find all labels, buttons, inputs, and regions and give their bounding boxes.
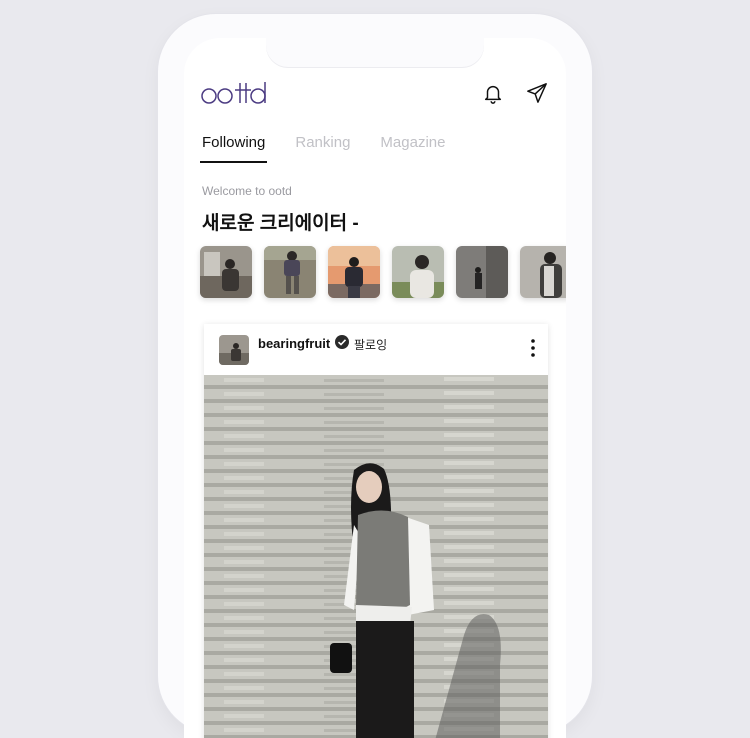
tab-following[interactable]: Following [199,134,268,163]
ootd-logo-icon [201,82,266,104]
send-icon[interactable] [526,82,548,104]
post-card: bearingfruit 팔로잉 [204,324,548,738]
tab-ranking[interactable]: Ranking [295,134,350,163]
more-vertical-icon[interactable] [530,338,536,358]
header-actions [482,82,548,104]
post-photo[interactable] [204,375,548,738]
post-username[interactable]: bearingfruit [258,336,330,351]
section-headline: 새로운 크리에이터 - [202,213,359,234]
notification-bell-icon[interactable] [482,82,504,104]
creator-thumbnail[interactable] [328,246,380,298]
tab-magazine[interactable]: Magazine [380,134,445,163]
tab-bar: Following Ranking Magazine [199,134,445,163]
app-screen: Following Ranking Magazine Welcome to oo… [184,38,566,738]
creator-thumbnail[interactable] [264,246,316,298]
creator-thumbnail[interactable] [200,246,252,298]
phone-notch [266,38,484,68]
verified-check-icon [334,334,350,350]
app-logo [200,78,280,108]
creator-thumbnail[interactable] [520,246,566,298]
creator-carousel[interactable] [200,246,566,298]
welcome-text: Welcome to ootd [202,184,292,198]
post-header: bearingfruit 팔로잉 [204,324,548,374]
avatar[interactable] [219,335,249,365]
creator-thumbnail[interactable] [392,246,444,298]
creator-thumbnail[interactable] [456,246,508,298]
follow-status[interactable]: 팔로잉 [354,336,387,353]
